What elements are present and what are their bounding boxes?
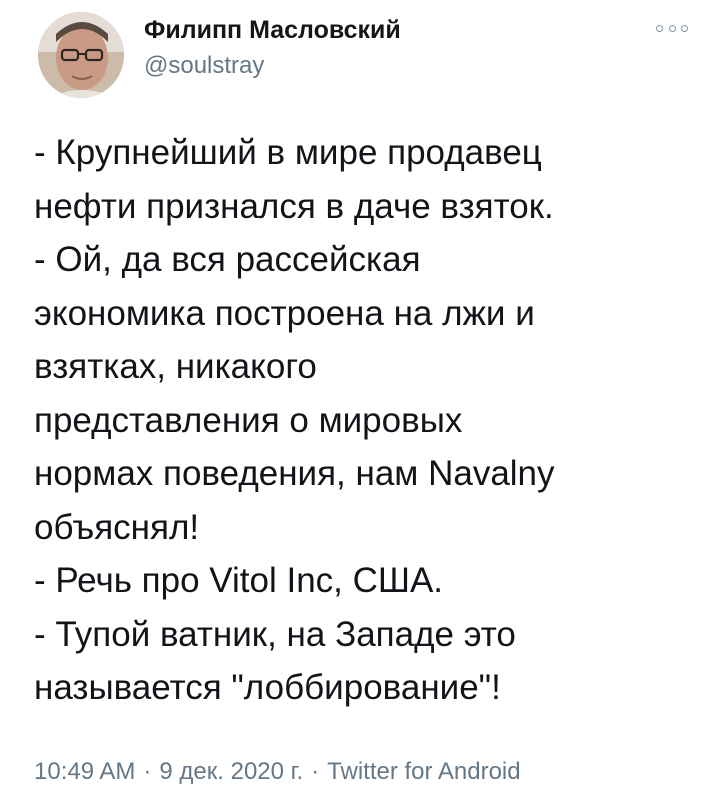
more-options-icon[interactable]	[656, 20, 688, 36]
author-display-name[interactable]: Филипп Масловский	[144, 14, 401, 46]
more-dot	[668, 24, 676, 32]
tweet-line: называется "лоббирование"!	[34, 668, 501, 707]
meta-separator: ·	[143, 758, 152, 785]
tweet-line: нормах поведения, нам Navalny	[34, 454, 555, 493]
tweet-line: - Речь про Vitol Inc, США.	[34, 561, 444, 600]
tweet-date[interactable]: 9 дек. 2020 г.	[159, 758, 303, 785]
tweet-line: - Ой, да вся рассейская	[34, 240, 421, 279]
tweet-line: - Тупой ватник, на Западе это	[34, 614, 516, 654]
tweet-meta: 10:49 AM · 9 дек. 2020 г. · Twitter for Andr…	[34, 757, 521, 787]
tweet-line: представления о мировых	[34, 400, 463, 440]
tweet-line: взятках, никакого	[34, 347, 317, 386]
more-dot	[656, 24, 663, 32]
tweet-time[interactable]: 10:49 AM	[34, 758, 135, 785]
profile-photo-icon	[38, 12, 124, 98]
meta-separator: ·	[311, 758, 320, 785]
tweet-line: нефти признался в даче взяток.	[34, 186, 554, 226]
avatar[interactable]	[38, 12, 124, 98]
tweet-line: объяснял!	[34, 507, 200, 547]
tweet-line: экономика построена на лжи и	[34, 293, 535, 333]
tweet-source[interactable]: Twitter for Android	[327, 758, 520, 785]
author-handle[interactable]: @soulstray	[144, 50, 264, 82]
tweet-line: - Крупнейший в мире продавец	[34, 133, 542, 172]
more-dot	[681, 24, 688, 32]
tweet-text: - Крупнейший в мире продавец нефти призн…	[34, 126, 694, 715]
